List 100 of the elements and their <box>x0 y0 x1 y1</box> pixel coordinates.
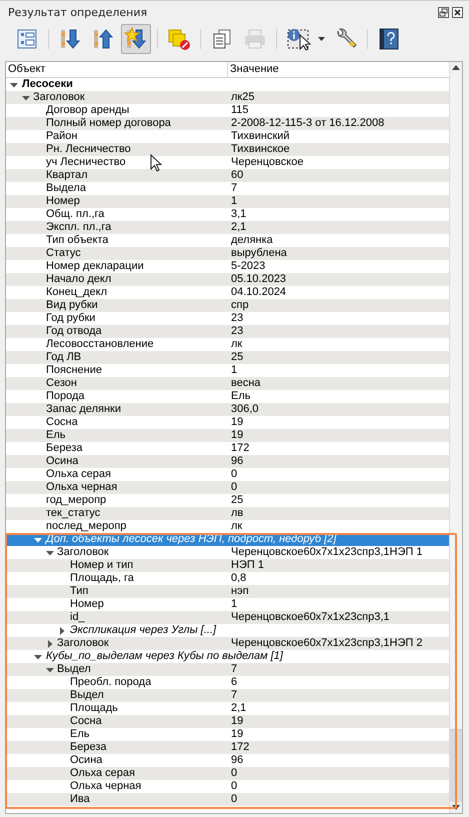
float-icon[interactable] <box>438 6 449 18</box>
tree-row[interactable]: Запас делянки 306,0 <box>6 403 449 416</box>
row-label: Тип объекта <box>46 234 108 247</box>
expanded-arrow-icon[interactable] <box>22 94 30 102</box>
row-label: Статус <box>46 247 81 260</box>
tree-row[interactable]: Осина 96 <box>6 455 449 468</box>
tree-row[interactable]: Номер 1 <box>6 195 449 208</box>
row-value: 7 <box>230 689 238 702</box>
tree-row[interactable]: Год ЛВ 25 <box>6 351 449 364</box>
row-value: 04.10.2024 <box>230 286 288 299</box>
row-label: Порода <box>46 390 85 403</box>
expanded-arrow-icon[interactable] <box>46 548 54 556</box>
row-label: Вид рубки <box>46 299 98 312</box>
tree-row[interactable]: Номер и тип НЭП 1 <box>6 559 449 572</box>
row-value: 05.10.2023 <box>230 273 288 286</box>
tree-row[interactable]: Ольха серая 0 <box>6 767 449 780</box>
row-label: Экспликация через Углы [...] <box>70 624 216 637</box>
row-value: 2-2008-12-115-3 от 16.12.2008 <box>230 117 386 130</box>
expanded-arrow-icon[interactable] <box>34 652 42 660</box>
collapsed-arrow-icon[interactable] <box>58 626 66 634</box>
tree-row[interactable]: Сосна 19 <box>6 715 449 728</box>
row-value: 96 <box>230 754 244 767</box>
row-value: делянка <box>230 234 274 247</box>
tree-row[interactable]: Квартал 60 <box>6 169 449 182</box>
expanded-arrow-icon[interactable] <box>34 536 42 544</box>
row-label: Пояснение <box>46 364 102 377</box>
tree-row[interactable]: Заголовок Черенцовское60x7x1x23спр3,1НЭП 2 <box>6 637 449 650</box>
tree-row[interactable]: Вид рубки спр <box>6 299 449 312</box>
tree-row[interactable]: Рн. Лесничество Тихвинское <box>6 143 449 156</box>
column-header[interactable]: Значение <box>228 62 449 77</box>
row-label: Заголовок <box>57 546 109 559</box>
row-value: лв <box>230 507 244 520</box>
row-label: Год рубки <box>46 312 96 325</box>
row-value: лк <box>230 338 244 351</box>
row-value: 6 <box>230 676 238 689</box>
row-value: 115 <box>230 104 250 117</box>
tree-row[interactable]: Выдел 7 <box>6 689 449 702</box>
row-label: Номер и тип <box>70 559 134 572</box>
row-label: Конец_декл <box>46 286 108 299</box>
scroll-up-icon[interactable] <box>452 65 460 70</box>
row-label: Договор аренды <box>46 104 130 117</box>
row-value: 19 <box>230 715 244 728</box>
row-value: 0 <box>230 481 238 494</box>
scroll-thumb[interactable] <box>450 73 462 730</box>
tree-row[interactable]: Тип нэп <box>6 585 449 598</box>
close-icon[interactable] <box>452 6 463 18</box>
row-value: Черенцовское60x7x1x23спр3,1 <box>230 611 391 624</box>
up-arrow-icon <box>91 27 115 51</box>
tree-row[interactable]: Ель 19 <box>6 429 449 442</box>
column-header[interactable]: Объект <box>6 62 228 77</box>
tree-row[interactable]: Заголовок лк25 <box>6 91 449 104</box>
tree-row[interactable]: Береза 172 <box>6 741 449 754</box>
expanded-arrow-icon[interactable] <box>10 80 18 88</box>
scrollbar[interactable] <box>449 62 462 813</box>
row-value: Тихвинский <box>230 130 291 143</box>
row-value: Ель <box>230 390 252 403</box>
expanded-arrow-icon[interactable] <box>46 666 54 674</box>
row-label: Сосна <box>46 416 78 429</box>
tree-row[interactable]: Выдел 7 <box>6 663 449 676</box>
row-label: Полный номер договора <box>46 117 171 130</box>
tree-row[interactable]: Ольха черная 0 <box>6 481 449 494</box>
row-label: Ива <box>70 793 90 806</box>
tree-row[interactable]: id_ Черенцовское60x7x1x23спр3,1 <box>6 611 449 624</box>
row-label: Береза <box>70 741 106 754</box>
tree-row[interactable]: Год отвода 23 <box>6 325 449 338</box>
collapsed-arrow-icon[interactable] <box>46 640 54 648</box>
row-value: 96 <box>230 455 244 468</box>
row-label: Ольха серая <box>46 468 111 481</box>
row-label: Год ЛВ <box>46 351 82 364</box>
row-label: Номер <box>70 598 104 611</box>
row-value: 172 <box>230 442 250 455</box>
row-value: нэп <box>230 585 250 598</box>
tree-row[interactable]: Полный номер договора 2-2008-12-115-3 от 16.12.2008 <box>6 117 449 130</box>
tree-row[interactable]: тек_статус лв <box>6 507 449 520</box>
tree-row[interactable]: Статус вырублена <box>6 247 449 260</box>
row-label: Номер декларации <box>46 260 144 273</box>
row-label: Запас делянки <box>46 403 121 416</box>
scroll-down-icon[interactable] <box>452 805 460 810</box>
row-label: Кубы_по_выделам через Кубы по выделам [1] <box>46 650 283 663</box>
panel-title: Результат определения <box>8 6 148 18</box>
row-label: Заголовок <box>57 637 109 650</box>
row-label: Выдел <box>70 689 104 702</box>
tree-row[interactable]: Сезон весна <box>6 377 449 390</box>
row-value: 306,0 <box>230 403 260 416</box>
star-arrow-icon <box>124 27 148 51</box>
row-value: 3,1 <box>230 208 248 221</box>
row-value: 23 <box>230 325 244 338</box>
tree-row[interactable]: Начало декл 05.10.2023 <box>6 273 449 286</box>
info-cursor-icon <box>286 27 314 51</box>
row-value: 0 <box>230 468 238 481</box>
row-value: 23 <box>230 312 244 325</box>
tree-row[interactable]: Экспл. пл.,га 2,1 <box>6 221 449 234</box>
tree-row[interactable]: Ива 0 <box>6 793 449 806</box>
row-value: 1 <box>230 598 238 611</box>
row-value: 7 <box>230 663 238 676</box>
row-label: Сезон <box>46 377 77 390</box>
row-value: Тихвинское <box>230 143 291 156</box>
row-label: Береза <box>46 442 82 455</box>
row-value: 2,1 <box>230 702 248 715</box>
row-value: 7 <box>230 182 238 195</box>
